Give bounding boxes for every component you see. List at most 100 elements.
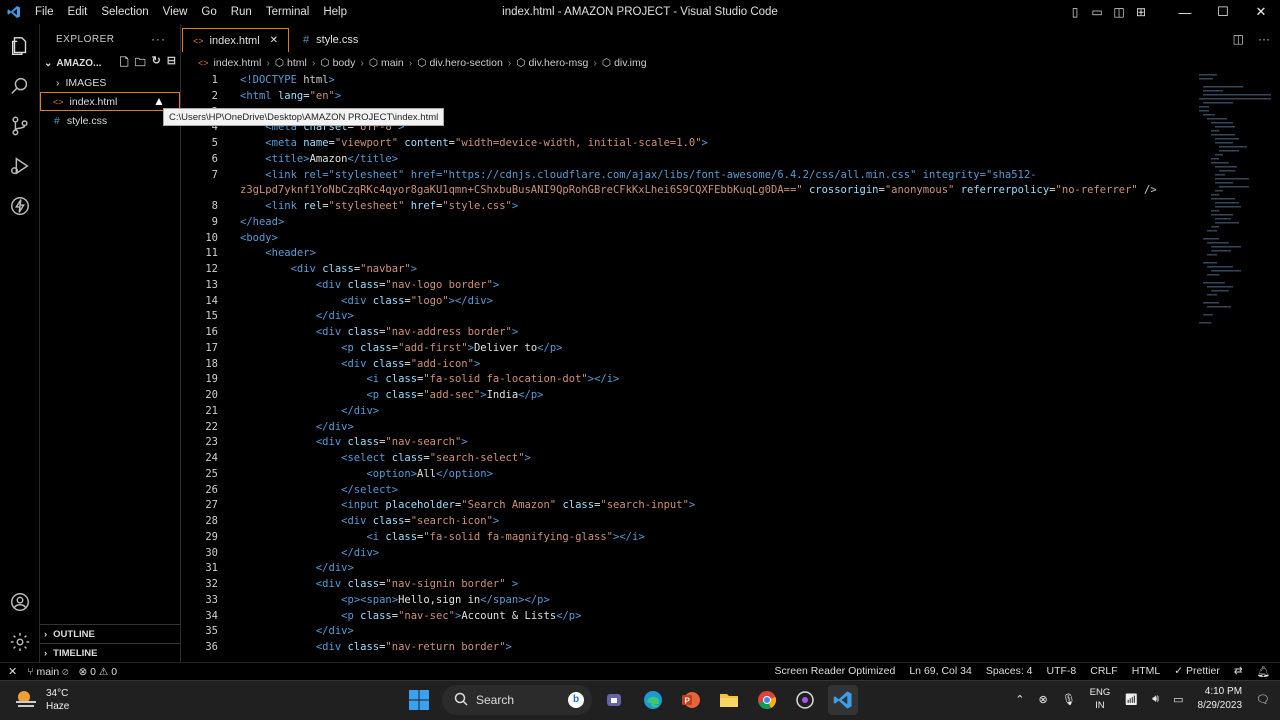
code-line[interactable]: 11 <header> bbox=[182, 245, 1192, 261]
code-line[interactable]: 30 </div> bbox=[182, 545, 1192, 561]
toggle-panel-icon[interactable]: ▭ bbox=[1086, 5, 1108, 19]
remote-icon[interactable]: ✕ bbox=[8, 665, 17, 678]
code-line[interactable]: z3gLpd7yknf1YoNbCzqRKc4qyor8gaKU1qmn+CSh… bbox=[182, 182, 1192, 198]
code-line[interactable]: 29 <i class="fa-solid fa-magnifying-glas… bbox=[182, 529, 1192, 545]
code-line[interactable]: 28 <div class="search-icon"> bbox=[182, 513, 1192, 529]
breadcrumb-item[interactable]: body bbox=[333, 57, 356, 69]
toggle-secondary-sidebar-icon[interactable]: ◫ bbox=[1108, 5, 1130, 19]
taskbar-search[interactable]: Search b bbox=[442, 685, 592, 715]
screen-reader-status[interactable]: Screen Reader Optimized bbox=[775, 665, 896, 678]
menu-view[interactable]: View bbox=[156, 0, 195, 24]
clock[interactable]: 4:10 PM 8/29/2023 bbox=[1198, 685, 1243, 713]
toggle-sidebar-icon[interactable]: ▯ bbox=[1064, 5, 1086, 19]
code-line[interactable]: 34 <p class="nav-sec">Account & Lists</p… bbox=[182, 608, 1192, 624]
notification-center-icon[interactable]: 🗨︎ bbox=[1256, 693, 1270, 706]
search-icon[interactable] bbox=[0, 66, 40, 106]
new-file-icon[interactable]: 🗋 bbox=[120, 54, 129, 73]
breadcrumb-item[interactable]: html bbox=[287, 57, 307, 69]
cursor-position[interactable]: Ln 69, Col 34 bbox=[909, 665, 971, 678]
notifications-icon[interactable]: 🔔︎ bbox=[1257, 665, 1270, 678]
sidebar-item-images[interactable]: › IMAGES bbox=[40, 73, 180, 92]
new-folder-icon[interactable]: 🗀 bbox=[135, 54, 146, 73]
code-line[interactable]: 12 <div class="navbar"> bbox=[182, 261, 1192, 277]
live-share-icon[interactable]: ⇄ bbox=[1234, 665, 1243, 678]
settings-gear-icon[interactable] bbox=[0, 622, 40, 662]
code-line[interactable]: 23 <div class="nav-search"> bbox=[182, 434, 1192, 450]
menu-go[interactable]: Go bbox=[194, 0, 223, 24]
github-desktop-icon[interactable] bbox=[790, 685, 820, 715]
teams-icon[interactable] bbox=[600, 685, 630, 715]
powerpoint-icon[interactable]: P bbox=[676, 685, 706, 715]
breadcrumb-item[interactable]: main bbox=[381, 57, 404, 69]
code-line[interactable]: 6 <title>Amazon</title> bbox=[182, 151, 1192, 167]
project-folder[interactable]: ⌄ AMAZO... 🗋 🗀 ↻ ⊟ bbox=[40, 54, 180, 73]
code-line[interactable]: 10 <body> bbox=[182, 230, 1192, 246]
microphone-icon[interactable]: 🎙︎ bbox=[1062, 693, 1076, 706]
menu-edit[interactable]: Edit bbox=[61, 0, 95, 24]
tray-app-icon[interactable]: ⊗ bbox=[1038, 693, 1047, 706]
file-explorer-icon[interactable] bbox=[714, 685, 744, 715]
outline-section[interactable]: › OUTLINE bbox=[40, 624, 181, 643]
chevron-up-icon[interactable]: ⌃ bbox=[1015, 693, 1024, 706]
close-tab-icon[interactable]: ✕ bbox=[270, 35, 278, 46]
tab-index-html[interactable]: <> index.html ✕ bbox=[182, 28, 290, 52]
indent-status[interactable]: Spaces: 4 bbox=[986, 665, 1033, 678]
code-line[interactable]: 33 <p><span>Hello,sign in</span></p> bbox=[182, 592, 1192, 608]
code-line[interactable]: 7 <link rel="stylesheet" href="https://c… bbox=[182, 167, 1192, 183]
code-line[interactable]: 14 <div class="logo"></div> bbox=[182, 293, 1192, 309]
breadcrumb-item[interactable]: div.hero-msg bbox=[528, 57, 588, 69]
split-editor-icon[interactable]: ◫ bbox=[1233, 32, 1244, 46]
code-line[interactable]: 21 </div> bbox=[182, 403, 1192, 419]
wifi-icon[interactable]: 📶︎ bbox=[1124, 693, 1138, 706]
code-line[interactable]: 22 </div> bbox=[182, 419, 1192, 435]
timeline-section[interactable]: › TIMELINE bbox=[40, 643, 181, 662]
menu-help[interactable]: Help bbox=[316, 0, 354, 24]
more-actions-icon[interactable]: ··· bbox=[1258, 32, 1270, 46]
weather-widget[interactable]: 34°C Haze bbox=[14, 687, 69, 713]
start-button[interactable] bbox=[404, 685, 434, 715]
code-line[interactable]: 36 <div class="nav-return border"> bbox=[182, 639, 1192, 655]
code-line[interactable]: 13 <div class="nav-logo border"> bbox=[182, 277, 1192, 293]
code-line[interactable]: 15 </div> bbox=[182, 308, 1192, 324]
code-line[interactable]: 35 </div> bbox=[182, 623, 1192, 639]
code-line[interactable]: 18 <div class="add-icon"> bbox=[182, 356, 1192, 372]
code-line[interactable]: 17 <p class="add-first">Deliver to</p> bbox=[182, 340, 1192, 356]
lightning-extension-icon[interactable] bbox=[0, 186, 40, 226]
code-line[interactable]: 2 <html lang="en"> bbox=[182, 88, 1192, 104]
code-editor[interactable]: 1 <!DOCTYPE html> 2 <html lang="en"> 34 <met… bbox=[182, 72, 1192, 662]
code-line[interactable]: 8 <link rel="stylesheet" href="style.css… bbox=[182, 198, 1192, 214]
menu-terminal[interactable]: Terminal bbox=[259, 0, 316, 24]
language-indicator[interactable]: ENG IN bbox=[1090, 686, 1111, 712]
customize-layout-icon[interactable]: ⊞ bbox=[1130, 5, 1152, 19]
sidebar-item-style-css[interactable]: # style.css bbox=[40, 111, 180, 130]
breadcrumb-item[interactable]: div.hero-section bbox=[429, 57, 502, 69]
more-actions-icon[interactable]: ··· bbox=[151, 32, 166, 46]
code-line[interactable]: 19 <i class="fa-solid fa-location-dot"><… bbox=[182, 371, 1192, 387]
code-line[interactable]: 26 </select> bbox=[182, 482, 1192, 498]
code-line[interactable]: 32 <div class="nav-signin border" > bbox=[182, 576, 1192, 592]
explorer-icon[interactable] bbox=[0, 26, 40, 66]
volume-icon[interactable]: 🔊︎ bbox=[1152, 693, 1159, 706]
prettier-status[interactable]: ✓ Prettier bbox=[1174, 665, 1220, 678]
menu-selection[interactable]: Selection bbox=[94, 0, 155, 24]
vscode-taskbar-icon[interactable] bbox=[828, 685, 858, 715]
tab-style-css[interactable]: # style.css bbox=[289, 28, 368, 52]
language-mode[interactable]: HTML bbox=[1132, 665, 1161, 678]
breadcrumb-item[interactable]: index.html bbox=[214, 57, 262, 69]
collapse-all-icon[interactable]: ⊟ bbox=[167, 54, 176, 73]
code-line[interactable]: 25 <option>All</option> bbox=[182, 466, 1192, 482]
accounts-icon[interactable] bbox=[0, 582, 40, 622]
code-line[interactable]: 27 <input placeholder="Search Amazon" cl… bbox=[182, 497, 1192, 513]
run-debug-icon[interactable] bbox=[0, 146, 40, 186]
code-line[interactable]: 20 <p class="add-sec">India</p> bbox=[182, 387, 1192, 403]
code-line[interactable]: 1 <!DOCTYPE html> bbox=[182, 72, 1192, 88]
menu-run[interactable]: Run bbox=[224, 0, 259, 24]
code-line[interactable]: 9 </head> bbox=[182, 214, 1192, 230]
minimize-button[interactable]: — bbox=[1166, 5, 1204, 20]
sidebar-item-index-html[interactable]: <> index.html ▲ bbox=[40, 92, 180, 111]
code-line[interactable]: 16 <div class="nav-address border"> bbox=[182, 324, 1192, 340]
code-line[interactable]: 5 <meta name="viewport" content="width=d… bbox=[182, 135, 1192, 151]
close-window-button[interactable]: ✕ bbox=[1242, 4, 1280, 20]
edge-icon[interactable] bbox=[638, 685, 668, 715]
breadcrumb-item[interactable]: div.img bbox=[614, 57, 646, 69]
